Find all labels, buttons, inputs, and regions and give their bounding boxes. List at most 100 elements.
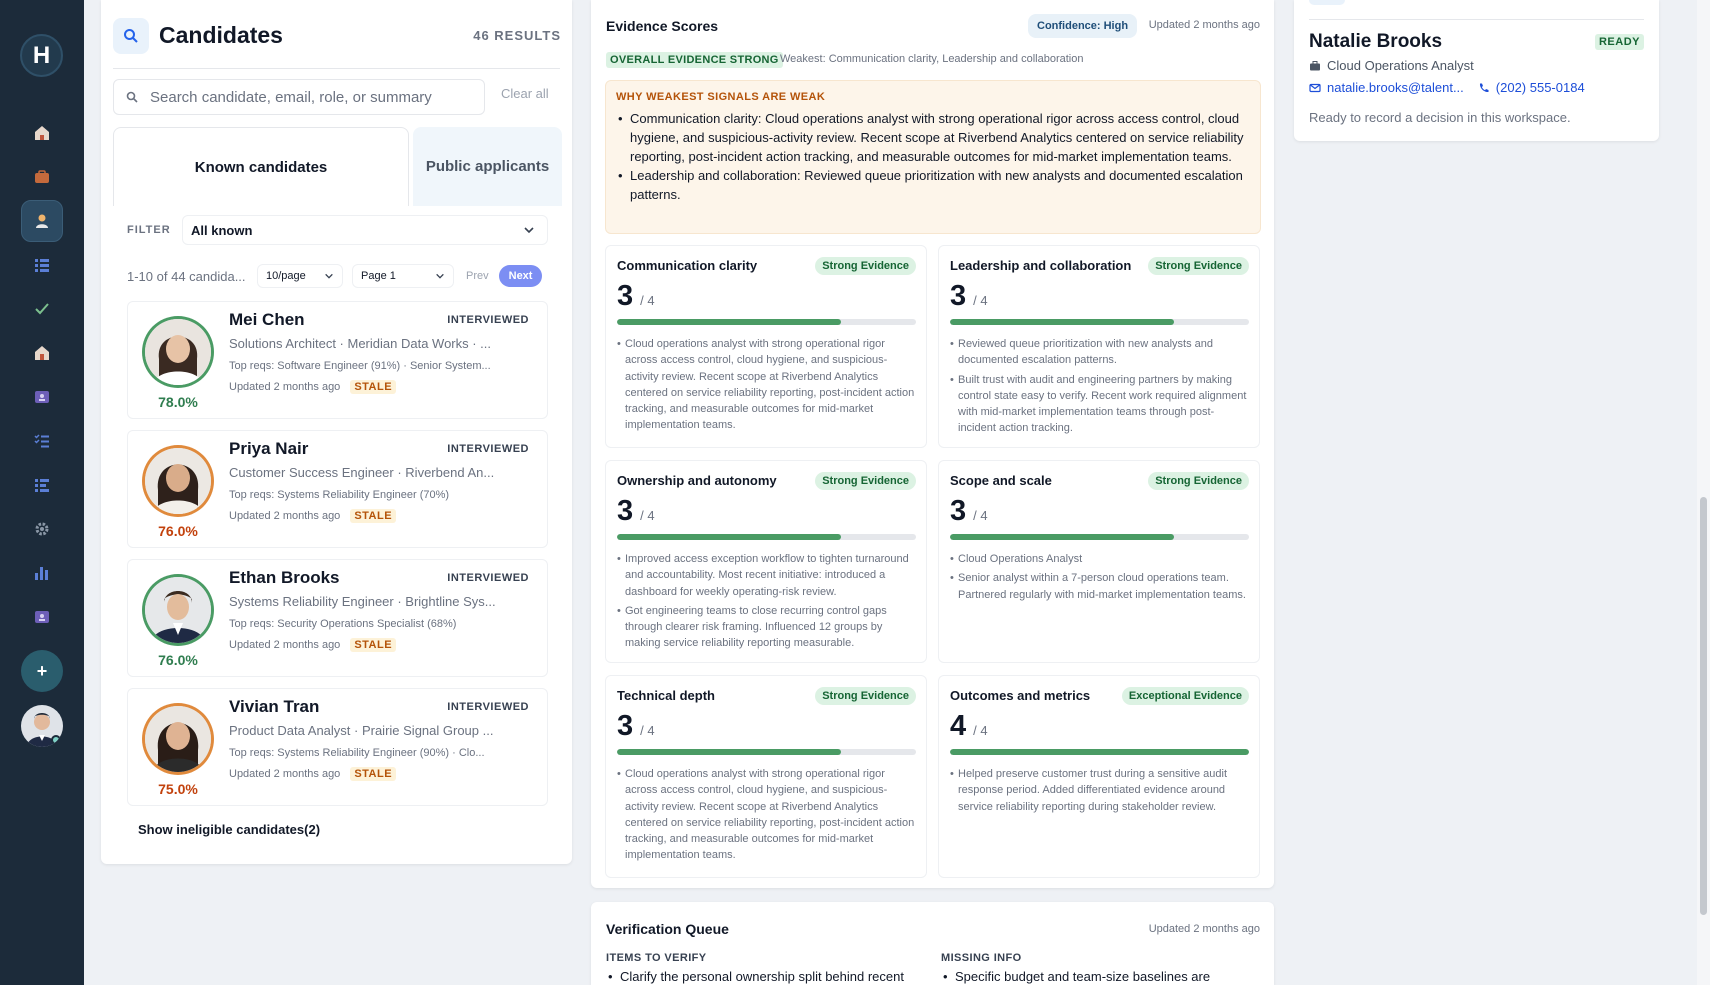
candidate-card[interactable]: 78.0% Mei Chen INTERVIEWED Solutions Arc…: [127, 301, 548, 419]
status-badge: INTERVIEWED: [447, 701, 529, 713]
evidence-progress-bar: [617, 534, 916, 540]
candidate-role: Systems Reliability Engineer · Brightlin…: [229, 594, 496, 609]
scrollbar-thumb[interactable]: [1700, 497, 1707, 915]
weak-signals-callout: WHY WEAKEST SIGNALS ARE WEAK Communicati…: [605, 80, 1261, 234]
chevron-down-icon: [325, 273, 333, 279]
per-page-select[interactable]: 10/page: [257, 264, 343, 288]
prev-page-button[interactable]: Prev: [466, 270, 489, 282]
search-toggle-button[interactable]: [113, 18, 149, 54]
next-page-button[interactable]: Next: [498, 265, 543, 287]
candidate-avatar: [145, 577, 211, 643]
add-button[interactable]: +: [21, 650, 63, 692]
candidate-card[interactable]: 76.0% Ethan Brooks INTERVIEWED Systems R…: [127, 559, 548, 677]
check-icon[interactable]: [21, 288, 63, 330]
candidate-tabs: Known candidates Public applicants: [113, 127, 562, 206]
filter-row: FILTER All known: [127, 215, 548, 245]
candidate-updated: Updated 2 months ago STALE: [229, 380, 397, 394]
user-avatar[interactable]: [21, 705, 63, 747]
evidence-bullets: Improved access exception workflow to ti…: [617, 551, 919, 655]
id-card-icon[interactable]: [21, 376, 63, 418]
home-icon[interactable]: [21, 112, 63, 154]
clear-all-button[interactable]: Clear all: [501, 86, 549, 101]
evidence-progress-fill: [617, 319, 842, 325]
list-alt-icon[interactable]: [21, 464, 63, 506]
contact-card-icon[interactable]: [21, 596, 63, 638]
candidate-role: Customer Success Engineer · Riverbend An…: [229, 465, 495, 480]
chevron-down-icon: [524, 227, 534, 234]
per-page-value: 10/page: [266, 270, 306, 282]
candidate-score: 76.0%: [158, 652, 198, 668]
candidates-panel: Candidates 46 RESULTS Clear all Known ca…: [101, 0, 572, 864]
candidate-role: Product Data Analyst · Prairie Signal Gr…: [229, 723, 494, 738]
person-icon[interactable]: [21, 200, 63, 242]
page-select[interactable]: Page 1: [352, 264, 454, 288]
candidate-top-reqs: Top reqs: Systems Reliability Engineer (…: [229, 747, 485, 759]
score-max: / 4: [640, 723, 655, 738]
evidence-score: 4 / 4: [950, 710, 988, 743]
candidate-role: Solutions Architect · Meridian Data Work…: [229, 336, 492, 351]
score-value: 3: [617, 495, 634, 527]
score-max: / 4: [973, 723, 988, 738]
stale-badge: STALE: [350, 638, 397, 652]
candidate-name[interactable]: Ethan Brooks: [229, 568, 340, 588]
page-title: Candidates: [159, 22, 283, 48]
evidence-card: Technical depth Strong Evidence 3 / 4 Clo…: [605, 675, 927, 878]
profile-name: Natalie Brooks: [1309, 31, 1443, 52]
candidate-score: 75.0%: [158, 781, 198, 797]
building-icon[interactable]: [21, 332, 63, 374]
chevron-down-icon: [436, 273, 444, 279]
gear-icon[interactable]: [21, 508, 63, 550]
evidence-card: Leadership and collaboration Strong Evid…: [938, 245, 1260, 448]
candidate-name[interactable]: Priya Nair: [229, 439, 308, 459]
evidence-progress-fill: [950, 319, 1175, 325]
filter-label: FILTER: [127, 224, 171, 236]
evidence-card-title: Scope and scale: [950, 473, 1052, 488]
mail-icon: [1309, 83, 1321, 92]
candidate-search-field[interactable]: [113, 79, 485, 115]
evidence-bullet: Helped preserve customer trust during a …: [950, 766, 1252, 815]
filter-select[interactable]: All known: [182, 215, 548, 245]
app-logo[interactable]: H: [20, 34, 63, 77]
profile-email-link[interactable]: natalie.brooks@talent...: [1327, 80, 1464, 95]
candidate-card[interactable]: 75.0% Vivian Tran INTERVIEWED Product Da…: [127, 688, 548, 806]
search-icon: [124, 29, 138, 43]
evidence-progress-bar: [617, 319, 916, 325]
list-icon[interactable]: [21, 244, 63, 286]
tab-public-applicants[interactable]: Public applicants: [413, 127, 562, 206]
profile-note: Ready to record a decision in this works…: [1309, 110, 1571, 125]
score-max: / 4: [973, 508, 988, 523]
evidence-bullet: Senior analyst within a 7-person cloud o…: [950, 570, 1252, 603]
evidence-card: Ownership and autonomy Strong Evidence 3…: [605, 460, 927, 663]
tab-known-candidates[interactable]: Known candidates: [113, 127, 409, 206]
profile-phone-link[interactable]: (202) 555-0184: [1496, 80, 1585, 95]
evidence-bullets: Cloud operations analyst with strong ope…: [617, 336, 919, 437]
evidence-score: 3 / 4: [950, 495, 988, 528]
updated-text: Updated 2 months ago: [229, 639, 341, 651]
verify-item: Clarify the personal ownership split beh…: [606, 969, 904, 984]
candidate-name[interactable]: Vivian Tran: [229, 697, 319, 717]
status-badge: INTERVIEWED: [447, 314, 529, 326]
candidate-avatar-ring: [142, 445, 214, 517]
score-value: 3: [950, 495, 967, 527]
candidate-avatar: [145, 448, 211, 514]
briefcase-icon[interactable]: [21, 156, 63, 198]
candidate-top-reqs: Top reqs: Software Engineer (91%) · Seni…: [229, 360, 491, 372]
checklist-icon[interactable]: [21, 420, 63, 462]
candidate-updated: Updated 2 months ago STALE: [229, 638, 397, 652]
evidence-bullet: Cloud operations analyst with strong ope…: [617, 336, 919, 434]
evidence-bullet: Reviewed queue prioritization with new a…: [950, 336, 1252, 369]
profile-top-chip[interactable]: [1309, 0, 1345, 5]
profile-role-text: Cloud Operations Analyst: [1327, 58, 1474, 73]
show-ineligible-button[interactable]: Show ineligible candidates(2): [138, 822, 320, 837]
candidate-name[interactable]: Mei Chen: [229, 310, 305, 330]
evidence-card-title: Leadership and collaboration: [950, 258, 1132, 273]
evidence-card: Outcomes and metrics Exceptional Evidenc…: [938, 675, 1260, 878]
callout-list: Communication clarity: Cloud operations …: [616, 109, 1250, 204]
candidate-card[interactable]: 76.0% Priya Nair INTERVIEWED Customer Su…: [127, 430, 548, 548]
bar-chart-icon[interactable]: [21, 552, 63, 594]
candidate-search-input[interactable]: [150, 88, 470, 106]
callout-item: Leadership and collaboration: Reviewed q…: [616, 166, 1250, 204]
candidate-top-reqs: Top reqs: Security Operations Specialist…: [229, 618, 457, 630]
evidence-bullet: Improved access exception workflow to ti…: [617, 551, 919, 600]
candidate-photo: [145, 448, 211, 514]
